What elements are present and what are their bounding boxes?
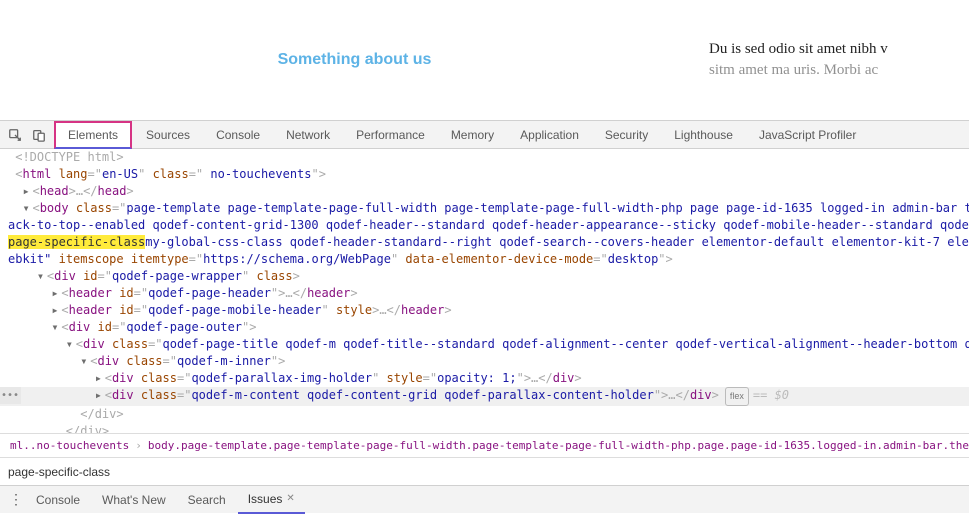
drawer-tab-console[interactable]: Console bbox=[26, 486, 90, 514]
ellipsis: … bbox=[285, 286, 292, 300]
header1-id: qodef-page-header bbox=[148, 286, 271, 300]
header2-tag[interactable]: header bbox=[69, 303, 112, 317]
close-div: </div> bbox=[66, 424, 109, 433]
drawer-tab-search[interactable]: Search bbox=[178, 486, 236, 514]
html-class: no-touchevents bbox=[203, 167, 311, 181]
drawer-tab-issues[interactable]: Issues✕ bbox=[238, 486, 305, 514]
body-class-pre: page-template page-template-page-full-wi… bbox=[126, 201, 969, 215]
drawer: ⋮ Console What's New Search Issues✕ bbox=[0, 485, 969, 513]
tab-security[interactable]: Security bbox=[593, 121, 660, 149]
breadcrumb: ml..no-touchevents › body.page-template.… bbox=[0, 433, 969, 457]
ellipsis: … bbox=[668, 388, 675, 402]
tab-elements[interactable]: Elements bbox=[54, 121, 132, 149]
device-mode-val: desktop bbox=[608, 252, 659, 266]
collapse-arrow-icon[interactable]: ▾ bbox=[80, 353, 90, 370]
close-div: </div> bbox=[80, 407, 123, 421]
tab-lighthouse[interactable]: Lighthouse bbox=[662, 121, 745, 149]
devtools-toolbar: Elements Sources Console Network Perform… bbox=[0, 121, 969, 149]
parallax-tag[interactable]: div bbox=[112, 371, 134, 385]
inner-tag[interactable]: div bbox=[97, 354, 119, 368]
body-class-after-hl: my-global-css-class qodef-header-standar… bbox=[145, 235, 969, 249]
page-preview: Something about us Du is sed odio sit am… bbox=[0, 0, 969, 120]
content-class: qodef-m-content qodef-content-grid qodef… bbox=[191, 388, 653, 402]
tab-memory[interactable]: Memory bbox=[439, 121, 506, 149]
title-div-tag[interactable]: div bbox=[83, 337, 105, 351]
itemscope-attr: itemscope bbox=[59, 252, 124, 266]
body-tag[interactable]: body bbox=[40, 201, 69, 215]
breadcrumb-item[interactable]: ml..no-touchevents bbox=[10, 439, 129, 452]
content-tag[interactable]: div bbox=[112, 388, 134, 402]
body-class-wrap2: ebkit" bbox=[8, 252, 51, 266]
preview-line2: sitm amet ma uris. Morbi ac bbox=[709, 60, 949, 81]
kebab-icon[interactable]: ⋮ bbox=[8, 491, 24, 508]
parallax-class: qodef-parallax-img-holder bbox=[191, 371, 372, 385]
inspect-icon[interactable] bbox=[6, 126, 24, 144]
devtools: Elements Sources Console Network Perform… bbox=[0, 120, 969, 513]
ellipsis: … bbox=[379, 303, 386, 317]
collapse-arrow-icon[interactable]: ▾ bbox=[51, 319, 61, 336]
expand-arrow-icon[interactable]: ▸ bbox=[22, 183, 32, 200]
collapse-arrow-icon[interactable]: ▾ bbox=[37, 268, 47, 285]
expand-arrow-icon[interactable]: ▸ bbox=[95, 387, 105, 404]
tab-js-profiler[interactable]: JavaScript Profiler bbox=[747, 121, 868, 149]
selection-hint: == $0 bbox=[753, 388, 789, 402]
collapse-arrow-icon[interactable]: ▾ bbox=[66, 336, 76, 353]
expand-arrow-icon[interactable]: ▸ bbox=[95, 370, 105, 387]
outer-id: qodef-page-outer bbox=[126, 320, 242, 334]
collapse-arrow-icon[interactable]: ▾ bbox=[22, 200, 32, 217]
tab-application[interactable]: Application bbox=[508, 121, 591, 149]
header2-style: style bbox=[336, 303, 372, 317]
wrapper-class-empty: class bbox=[256, 269, 292, 283]
tab-network[interactable]: Network bbox=[274, 121, 342, 149]
search-bar bbox=[0, 457, 969, 485]
close-icon[interactable]: ✕ bbox=[286, 493, 294, 504]
device-mode-attr: data-elementor-device-mode bbox=[405, 252, 593, 266]
body-class-wrap1: ack-to-top--enabled qodef-content-grid-1… bbox=[8, 218, 969, 232]
tab-sources[interactable]: Sources bbox=[134, 121, 202, 149]
title-div-class: qodef-page-title qodef-m qodef-title--st… bbox=[163, 337, 969, 351]
preview-line1: Du is sed odio sit amet nibh v bbox=[709, 39, 949, 60]
html-tag[interactable]: html bbox=[22, 167, 51, 181]
outer-tag[interactable]: div bbox=[69, 320, 91, 334]
search-input[interactable] bbox=[8, 465, 961, 479]
elements-panel[interactable]: <!DOCTYPE html> <html lang="en-US" class… bbox=[0, 149, 969, 433]
preview-paragraph: Du is sed odio sit amet nibh v sitm amet… bbox=[689, 39, 949, 81]
parallax-style: opacity: 1; bbox=[437, 371, 516, 385]
header2-id: qodef-page-mobile-header bbox=[148, 303, 321, 317]
breadcrumb-item[interactable]: body.page-template.page-template-page-fu… bbox=[148, 439, 969, 452]
inner-class: qodef-m-inner bbox=[177, 354, 271, 368]
expand-arrow-icon[interactable]: ▸ bbox=[51, 285, 61, 302]
wrapper-id: qodef-page-wrapper bbox=[112, 269, 242, 283]
drawer-tab-whatsnew[interactable]: What's New bbox=[92, 486, 176, 514]
drawer-tab-label: Issues bbox=[248, 492, 283, 506]
chevron-right-icon: › bbox=[135, 439, 142, 452]
preview-heading: Something about us bbox=[20, 51, 689, 69]
html-lang: en-US bbox=[102, 167, 138, 181]
preview-left: Something about us bbox=[20, 51, 689, 69]
wrapper-tag[interactable]: div bbox=[54, 269, 76, 283]
flex-badge[interactable]: flex bbox=[725, 387, 749, 406]
doctype: <!DOCTYPE html> bbox=[15, 150, 123, 164]
overflow-icon[interactable]: ••• bbox=[0, 387, 21, 404]
tab-console[interactable]: Console bbox=[204, 121, 272, 149]
tab-performance[interactable]: Performance bbox=[344, 121, 437, 149]
head-ellipsis: … bbox=[76, 184, 83, 198]
expand-arrow-icon[interactable]: ▸ bbox=[51, 302, 61, 319]
device-toggle-icon[interactable] bbox=[30, 126, 48, 144]
itemtype-attr: itemtype bbox=[131, 252, 189, 266]
itemtype-val: https://schema.org/WebPage bbox=[203, 252, 391, 266]
highlighted-class: page-specific-class bbox=[8, 235, 145, 249]
header1-tag[interactable]: header bbox=[69, 286, 112, 300]
